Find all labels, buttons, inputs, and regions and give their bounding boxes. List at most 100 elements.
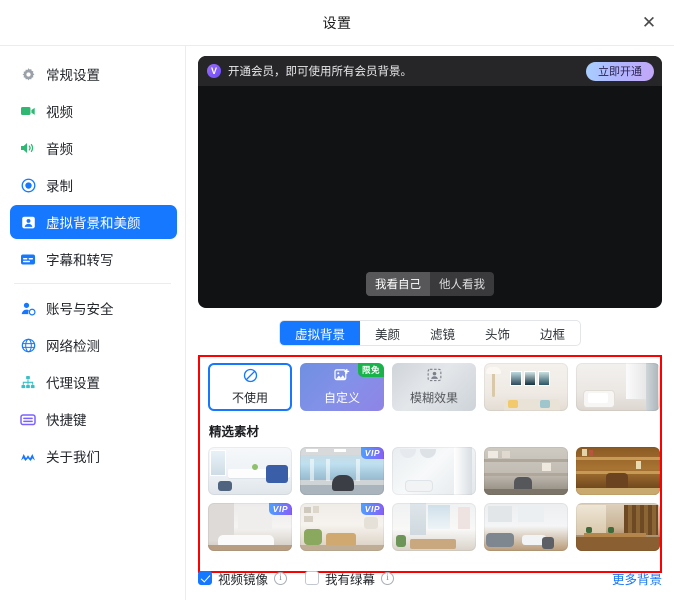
sidebar-item-shortcuts[interactable]: 快捷键 bbox=[10, 402, 177, 436]
video-preview: V 开通会员，即可使用所有会员背景。 立即开通 我看自己 他人看我 bbox=[198, 56, 662, 308]
sidebar-item-captions[interactable]: 字幕和转写 bbox=[10, 242, 177, 276]
effect-tabs: 虚拟背景 美颜 滤镜 头饰 边框 bbox=[198, 320, 662, 346]
background-thumbnail[interactable] bbox=[392, 503, 476, 551]
background-gallery: 不使用 自定义 限免 模糊效果 精选素材 VIP VIP VIP bbox=[198, 355, 662, 573]
vip-badge: VIP bbox=[360, 447, 384, 459]
about-logo-icon bbox=[20, 448, 36, 464]
background-thumbnail-image bbox=[392, 447, 476, 495]
sidebar: 常规设置 视频 音频 录制 虚拟背景和美颜 字幕和转写 账号与安全 网络检测 代… bbox=[0, 46, 186, 600]
add-image-icon bbox=[334, 368, 350, 387]
sidebar-item-recording[interactable]: 录制 bbox=[10, 168, 177, 202]
sidebar-item-video[interactable]: 视频 bbox=[10, 94, 177, 128]
checkbox-box-checked[interactable] bbox=[198, 571, 212, 585]
sidebar-item-general[interactable]: 常规设置 bbox=[10, 57, 177, 91]
background-option-label: 不使用 bbox=[231, 391, 268, 405]
sidebar-item-label: 字幕和转写 bbox=[46, 253, 114, 268]
background-thumbnail[interactable] bbox=[484, 503, 568, 551]
person-frame-icon bbox=[20, 214, 36, 230]
background-thumbnail[interactable] bbox=[484, 363, 568, 411]
sidebar-item-network-test[interactable]: 网络检测 bbox=[10, 328, 177, 362]
sidebar-item-label: 关于我们 bbox=[46, 450, 100, 465]
vip-badge: VIP bbox=[360, 503, 384, 515]
background-option-label: 自定义 bbox=[323, 391, 360, 405]
membership-banner: V 开通会员，即可使用所有会员背景。 立即开通 bbox=[198, 56, 662, 86]
more-backgrounds-link[interactable]: 更多背景 bbox=[612, 569, 662, 588]
background-thumbnail[interactable] bbox=[576, 363, 660, 411]
background-option-none[interactable]: 不使用 bbox=[208, 363, 292, 411]
green-screen-checkbox[interactable]: 我有绿幕 i bbox=[305, 569, 395, 588]
background-row-featured-1: VIP bbox=[208, 447, 660, 495]
featured-section-title: 精选素材 bbox=[209, 425, 260, 439]
main-panel: V 开通会员，即可使用所有会员背景。 立即开通 我看自己 他人看我 虚拟背景 美… bbox=[186, 46, 674, 600]
title-bar: 设置 ✕ bbox=[0, 0, 674, 46]
blur-person-icon bbox=[427, 368, 442, 387]
sidebar-item-label: 视频 bbox=[46, 105, 73, 120]
background-thumbnail-image bbox=[484, 503, 568, 551]
tab-beauty[interactable]: 美颜 bbox=[360, 321, 415, 345]
vip-badge: VIP bbox=[268, 503, 292, 515]
speaker-icon bbox=[20, 140, 36, 156]
background-thumbnail-image bbox=[576, 447, 660, 495]
background-thumbnail-image bbox=[392, 503, 476, 551]
video-mirror-checkbox[interactable]: 视频镜像 i bbox=[198, 569, 288, 588]
background-thumbnail[interactable] bbox=[576, 503, 660, 551]
sidebar-item-label: 常规设置 bbox=[46, 68, 100, 83]
background-row-featured-2: VIP VIP bbox=[208, 503, 660, 551]
sidebar-item-label: 账号与安全 bbox=[46, 302, 114, 317]
background-thumbnail[interactable]: VIP bbox=[300, 447, 384, 495]
tab-frame[interactable]: 边框 bbox=[525, 321, 580, 345]
vip-crown-icon: V bbox=[207, 64, 221, 78]
settings-window: 设置 ✕ 常规设置 视频 音频 录制 虚拟背景和美颜 字幕和转写 账号与安全 网… bbox=[0, 0, 674, 600]
video-mirror-label: 视频镜像 bbox=[218, 572, 269, 587]
tab-headwear[interactable]: 头饰 bbox=[470, 321, 525, 345]
tab-filter[interactable]: 滤镜 bbox=[415, 321, 470, 345]
background-thumbnail-image bbox=[576, 363, 660, 411]
background-thumbnail[interactable] bbox=[208, 447, 292, 495]
membership-banner-text: 开通会员，即可使用所有会员背景。 bbox=[228, 66, 412, 78]
sidebar-item-audio[interactable]: 音频 bbox=[10, 131, 177, 165]
sidebar-item-label: 网络检测 bbox=[46, 339, 100, 354]
background-option-blur[interactable]: 模糊效果 bbox=[392, 363, 476, 411]
background-thumbnail[interactable] bbox=[392, 447, 476, 495]
video-camera-icon bbox=[20, 103, 36, 119]
background-option-custom[interactable]: 自定义 限免 bbox=[300, 363, 384, 411]
proxy-node-icon bbox=[20, 374, 36, 390]
sidebar-item-virtual-background[interactable]: 虚拟背景和美颜 bbox=[10, 205, 177, 239]
sidebar-item-label: 代理设置 bbox=[46, 376, 100, 391]
activate-membership-button[interactable]: 立即开通 bbox=[586, 61, 654, 81]
sidebar-item-label: 虚拟背景和美颜 bbox=[46, 216, 141, 231]
account-security-icon bbox=[20, 300, 36, 316]
keyboard-icon bbox=[20, 411, 36, 427]
info-icon[interactable]: i bbox=[381, 571, 395, 585]
view-option-others[interactable]: 他人看我 bbox=[430, 272, 494, 296]
sidebar-item-proxy[interactable]: 代理设置 bbox=[10, 365, 177, 399]
background-thumbnail-image: VIP bbox=[300, 447, 384, 495]
no-background-icon bbox=[243, 368, 258, 388]
background-thumbnail-image bbox=[484, 447, 568, 495]
view-option-self[interactable]: 我看自己 bbox=[366, 272, 430, 296]
page-title: 设置 bbox=[322, 14, 352, 31]
footer-controls: 视频镜像 i 我有绿幕 i 更多背景 bbox=[198, 564, 662, 592]
sidebar-item-about[interactable]: 关于我们 bbox=[10, 439, 177, 473]
info-icon[interactable]: i bbox=[274, 571, 288, 585]
sidebar-item-account-security[interactable]: 账号与安全 bbox=[10, 291, 177, 325]
view-mode-toggle: 我看自己 他人看我 bbox=[366, 272, 494, 296]
record-circle-icon bbox=[20, 177, 36, 193]
checkbox-box-unchecked[interactable] bbox=[305, 571, 320, 585]
sidebar-item-label: 录制 bbox=[46, 179, 73, 194]
sidebar-divider bbox=[14, 283, 171, 284]
globe-icon bbox=[20, 337, 36, 353]
caption-icon bbox=[20, 251, 36, 267]
limited-free-badge: 限免 bbox=[357, 363, 384, 377]
sidebar-item-label: 快捷键 bbox=[46, 413, 87, 428]
background-thumbnail-image: VIP bbox=[300, 503, 384, 551]
background-thumbnail-image bbox=[484, 363, 568, 411]
background-thumbnail[interactable] bbox=[484, 447, 568, 495]
tab-virtual-background[interactable]: 虚拟背景 bbox=[279, 321, 360, 345]
background-thumbnail[interactable]: VIP bbox=[208, 503, 292, 551]
sidebar-item-label: 音频 bbox=[46, 142, 73, 157]
close-icon[interactable]: ✕ bbox=[634, 8, 664, 38]
background-thumbnail-image bbox=[208, 447, 292, 495]
background-thumbnail[interactable] bbox=[576, 447, 660, 495]
background-thumbnail[interactable]: VIP bbox=[300, 503, 384, 551]
